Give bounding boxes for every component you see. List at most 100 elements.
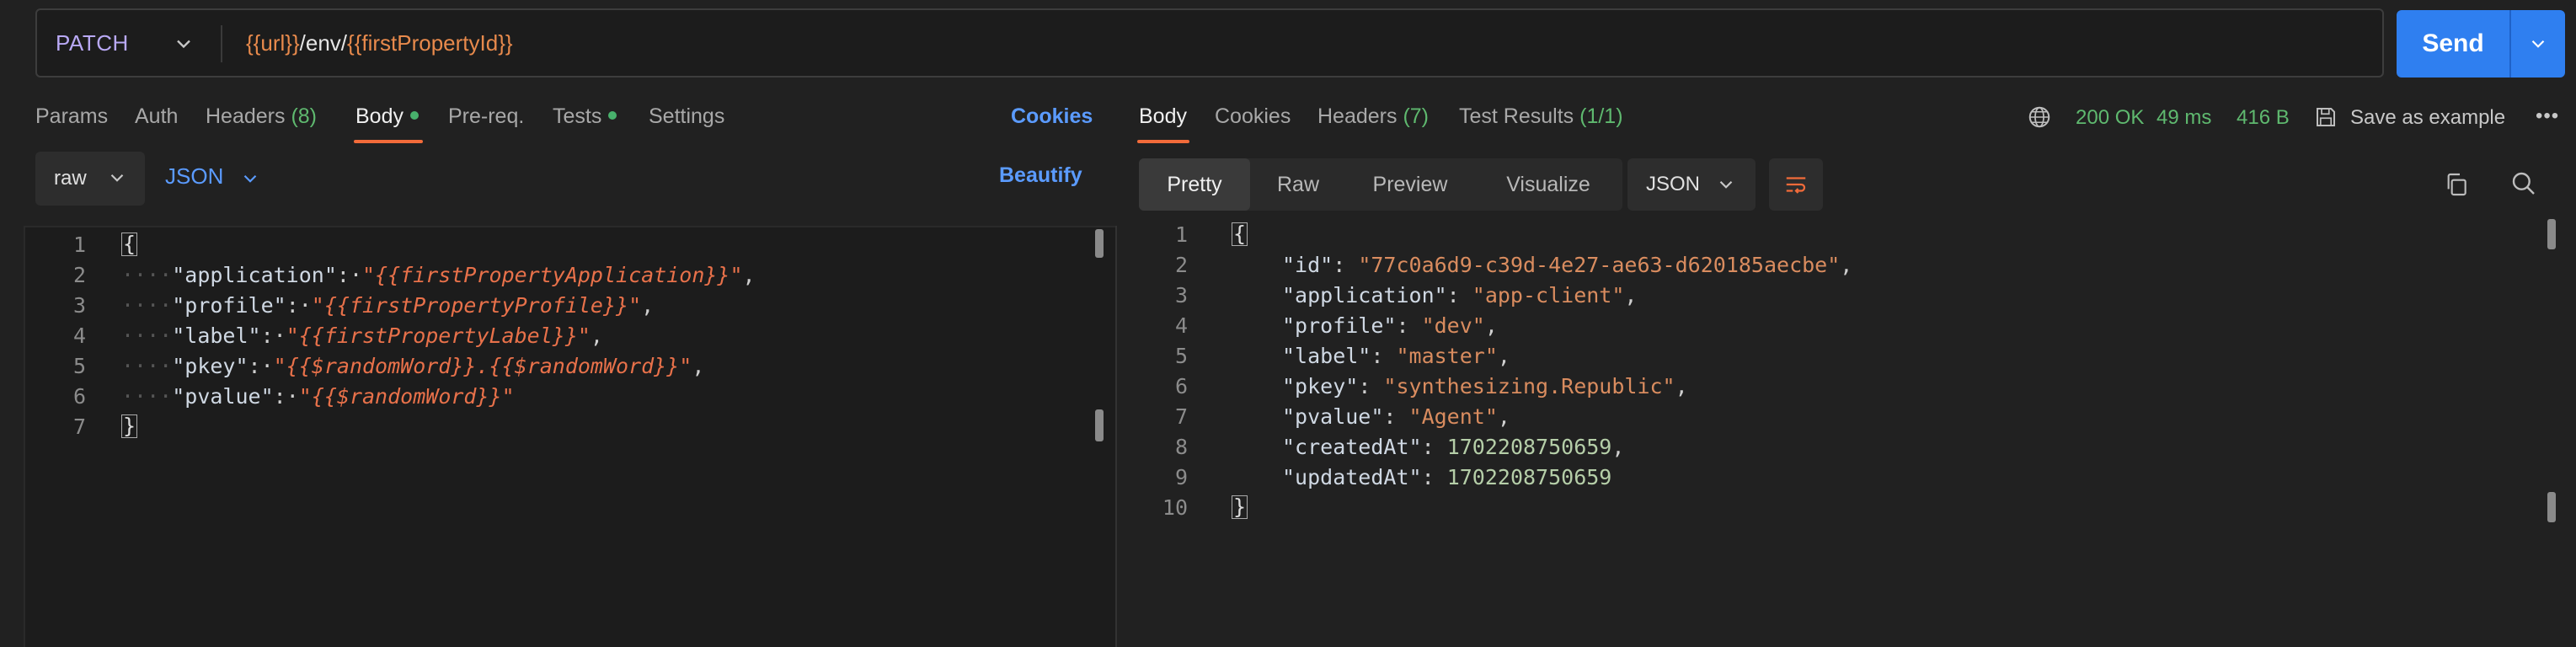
json-value: "77c0a6d9-c39d-4e27-ae63-d620185aecbe" — [1358, 252, 1841, 277]
comma: , — [1624, 282, 1638, 307]
method-select[interactable]: PATCH — [56, 10, 129, 76]
json-value: "master" — [1396, 343, 1498, 368]
code-line: "label": "master", — [1282, 343, 1510, 368]
tab-body[interactable]: Body — [355, 104, 419, 129]
tab-label: Headers — [206, 104, 286, 128]
code-line: } — [1232, 492, 1248, 522]
code-line: "updatedAt": 1702208750659 — [1282, 464, 1612, 489]
tab-prereq[interactable]: Pre-req. — [448, 104, 524, 129]
code-line: "pkey": "synthesizing.Republic", — [1282, 373, 1688, 398]
tab-tests[interactable]: Tests — [553, 104, 617, 129]
tab-auth[interactable]: Auth — [135, 104, 178, 129]
scrollbar-thumb[interactable] — [1095, 409, 1104, 441]
tab-headers[interactable]: Headers (8) — [206, 104, 317, 129]
comma: , — [590, 323, 603, 348]
json-value: "{{$randomWord}}.{{$randomWord}}" — [273, 353, 692, 378]
response-body-viewer[interactable]: 1 2 3 4 5 6 7 8 9 10 { "id": "77c0a6d9-c… — [1129, 219, 2576, 647]
comma: , — [1675, 373, 1688, 398]
line-number: 1 — [72, 232, 86, 257]
json-value: "{{firstPropertyLabel}}" — [286, 323, 591, 348]
active-tab-indicator — [354, 140, 423, 143]
tab-response-cookies[interactable]: Cookies — [1215, 104, 1291, 129]
url-input[interactable]: {{url}}/env/{{firstPropertyId}} — [246, 10, 513, 76]
request-body-editor[interactable]: 1 2 3 4 5 6 7 { ···· "application":· "{{fi… — [24, 226, 1115, 647]
code-line: "id": "77c0a6d9-c39d-4e27-ae63-d620185ae… — [1282, 252, 1853, 277]
comma: , — [1497, 404, 1510, 429]
json-value: 1702208750659 — [1446, 464, 1612, 489]
line-number: 9 — [1174, 464, 1188, 489]
json-key: "profile" — [172, 292, 286, 318]
json-key: "pvalue" — [1282, 404, 1384, 429]
body-mode-label: raw — [54, 167, 87, 190]
url-bar: PATCH {{url}}/env/{{firstPropertyId}} — [35, 8, 2384, 78]
json-key: "label" — [1282, 343, 1371, 368]
chevron-down-icon — [110, 174, 124, 182]
json-key: "pvalue" — [172, 383, 274, 409]
response-format-select[interactable]: JSON — [1627, 158, 1756, 211]
body-format-select[interactable]: JSON — [165, 163, 223, 190]
send-options-button[interactable] — [2511, 10, 2565, 78]
response-size[interactable]: 416 B — [2237, 106, 2290, 130]
panel-divider[interactable] — [1115, 226, 1117, 647]
code-line: ···· "label":· "{{firstPropertyLabel}}", — [121, 323, 603, 348]
code-line: } — [121, 411, 138, 441]
format-label: JSON — [1646, 173, 1701, 195]
json-key: "label" — [172, 323, 261, 348]
cookies-link[interactable]: Cookies — [1011, 104, 1093, 129]
response-time[interactable]: 49 ms — [2156, 106, 2211, 130]
chevron-down-icon[interactable] — [172, 32, 195, 56]
line-number: 3 — [72, 292, 86, 318]
url-variable: {{url}} — [246, 29, 300, 56]
send-button[interactable]: Send — [2397, 10, 2565, 78]
search-icon[interactable] — [2510, 170, 2537, 197]
brace: { — [1232, 222, 1248, 246]
more-options-icon[interactable]: ••• — [2536, 104, 2559, 128]
globe-icon[interactable] — [2027, 104, 2052, 130]
brace: } — [1232, 495, 1248, 519]
scrollbar-thumb[interactable] — [2547, 219, 2556, 249]
view-visualize[interactable]: Visualize — [1474, 158, 1622, 211]
status-code[interactable]: 200 OK — [2076, 106, 2144, 130]
active-tab-indicator — [1137, 140, 1189, 143]
view-raw[interactable]: Raw — [1250, 158, 1346, 211]
wrap-lines-icon — [1786, 177, 1806, 194]
beautify-button[interactable]: Beautify — [999, 163, 1082, 188]
copy-icon[interactable] — [2443, 170, 2470, 199]
tab-test-results[interactable]: Test Results (1/1) — [1459, 104, 1623, 129]
view-preview[interactable]: Preview — [1346, 158, 1474, 211]
line-number: 2 — [1174, 252, 1188, 277]
code-line: "pvalue": "Agent", — [1282, 404, 1510, 429]
line-number: 2 — [72, 262, 86, 287]
line-number: 7 — [72, 414, 86, 439]
chevron-down-icon[interactable] — [239, 168, 261, 190]
view-pretty[interactable]: Pretty — [1139, 158, 1250, 211]
json-value: "{{firstPropertyApplication}}" — [362, 262, 743, 287]
status-dot — [608, 111, 617, 120]
json-value: "Agent" — [1408, 404, 1498, 429]
scrollbar-thumb[interactable] — [2547, 492, 2556, 522]
json-key: "application" — [172, 262, 337, 287]
line-number: 6 — [72, 383, 86, 409]
tab-params[interactable]: Params — [35, 104, 108, 129]
json-key: "pkey" — [1282, 373, 1359, 398]
code-line: { — [1232, 219, 1248, 249]
tab-label: Headers — [1317, 104, 1398, 128]
json-value: "{{firstPropertyProfile}}" — [311, 292, 642, 318]
divider — [221, 25, 222, 62]
code-line: "profile": "dev", — [1282, 313, 1498, 338]
wrap-lines-button[interactable] — [1769, 158, 1823, 211]
tab-label: Tests — [553, 104, 602, 128]
json-value: "{{$randomWord}}" — [298, 383, 515, 409]
line-number: 4 — [72, 323, 86, 348]
send-label: Send — [2422, 29, 2484, 57]
line-number: 7 — [1174, 404, 1188, 429]
save-as-example-button[interactable]: Save as example — [2350, 106, 2505, 130]
tab-settings[interactable]: Settings — [649, 104, 724, 129]
tab-response-body[interactable]: Body — [1139, 104, 1187, 129]
scrollbar-thumb[interactable] — [1095, 229, 1104, 258]
tab-response-headers[interactable]: Headers (7) — [1317, 104, 1429, 129]
body-mode-select[interactable]: raw — [35, 152, 145, 206]
save-icon[interactable] — [2313, 104, 2338, 130]
line-number: 10 — [1162, 495, 1188, 520]
json-value: "synthesizing.Republic" — [1383, 373, 1675, 398]
